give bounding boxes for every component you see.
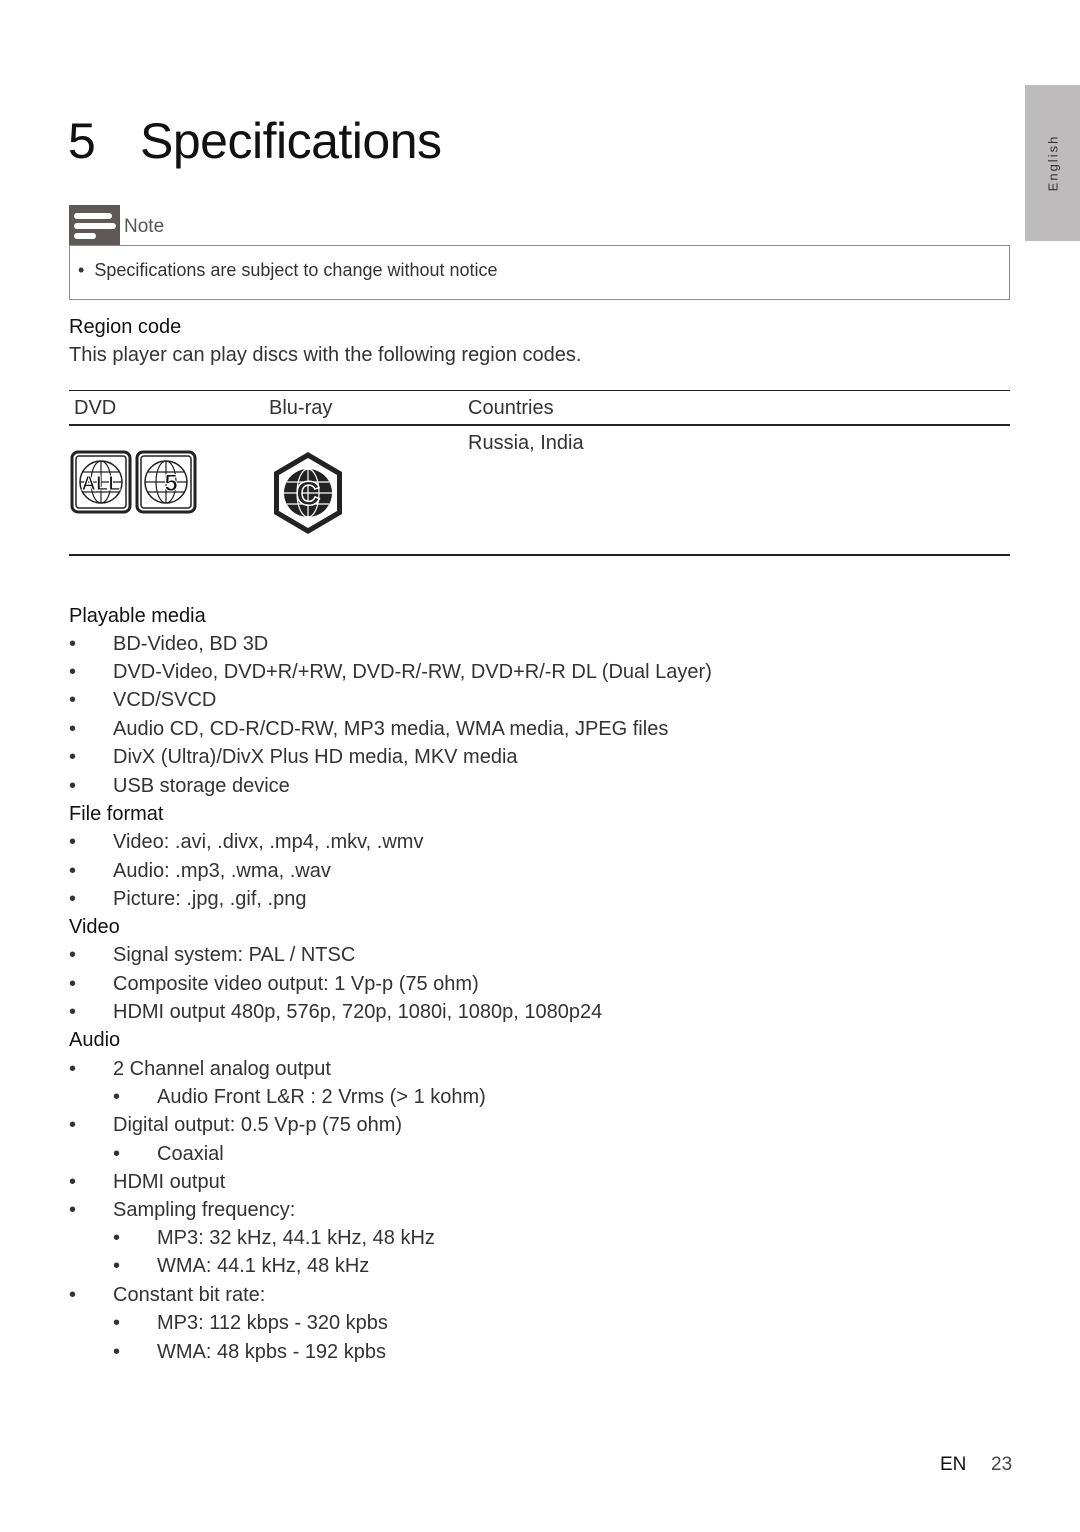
table-header-rule	[69, 424, 1010, 426]
section-heading-file-format: File format	[69, 803, 164, 825]
section-heading-audio: Audio	[69, 1029, 121, 1051]
region-c-icon: C	[274, 452, 342, 534]
note-box: • Specifications are subject to change wi…	[69, 245, 1010, 300]
table-header-dvd: DVD	[74, 397, 117, 419]
region-5-icon: 5	[135, 450, 197, 514]
language-tab-label: English	[1045, 134, 1060, 192]
region-all-icon: ALL	[70, 450, 132, 514]
note-header: Note	[69, 205, 164, 245]
bullet: •	[78, 260, 85, 280]
table-header-countries: Countries	[468, 397, 554, 419]
footer-language: EN	[940, 1454, 967, 1475]
table-bottom-rule	[69, 554, 1010, 556]
region-5-label: 5	[164, 470, 177, 497]
region-code-description: This player can play discs with the foll…	[69, 344, 582, 366]
note-item-text: Specifications are subject to change wit…	[94, 260, 498, 280]
section-heading-video: Video	[69, 916, 120, 938]
page-title: 5 Specifications	[68, 112, 442, 170]
region-c-label: C	[296, 475, 321, 513]
region-code-heading: Region code	[69, 316, 182, 338]
chapter-number: 5	[68, 112, 96, 169]
table-header-bluray: Blu-ray	[269, 397, 333, 419]
language-tab: English	[1025, 85, 1080, 241]
section-heading-playable-media: Playable media	[69, 605, 206, 627]
note-label: Note	[124, 216, 165, 237]
note-icon	[69, 205, 120, 245]
chapter-title: Specifications	[140, 112, 442, 169]
page-number: 23	[991, 1454, 1013, 1475]
note-item: • Specifications are subject to change wi…	[78, 260, 498, 281]
table-top-rule	[69, 390, 1010, 391]
table-cell-countries: Russia, India	[468, 432, 584, 454]
region-all-label: ALL	[82, 473, 121, 495]
